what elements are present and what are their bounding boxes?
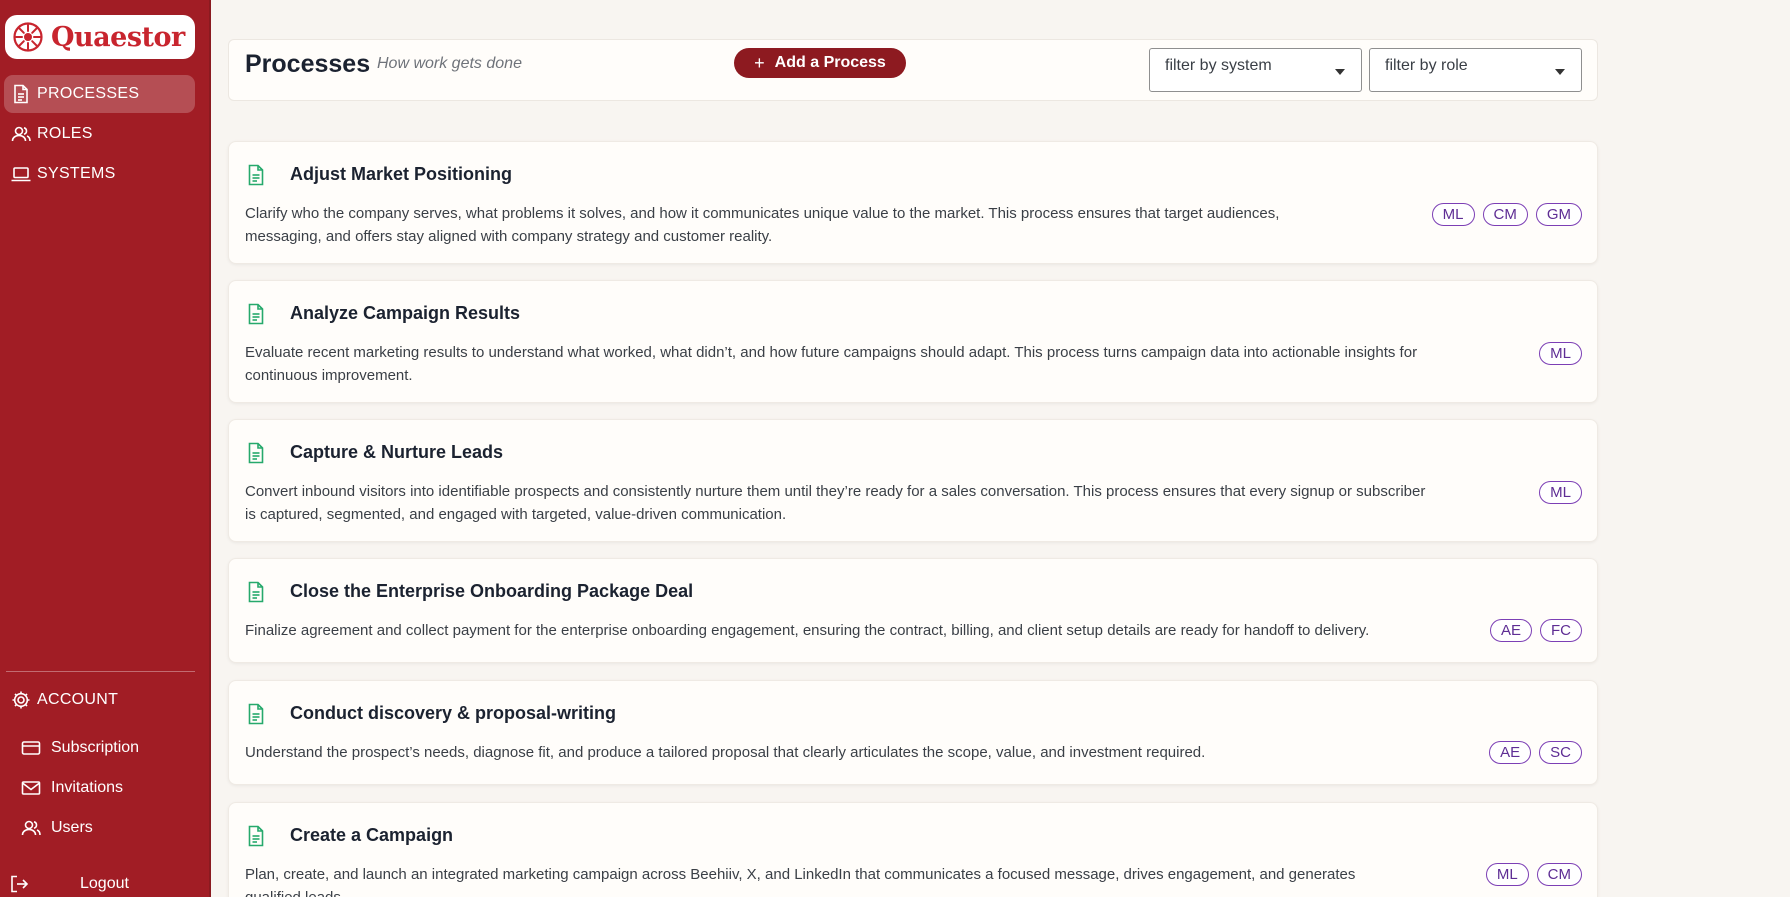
process-title[interactable]: Conduct discovery & proposal-writing — [290, 703, 616, 724]
description-line: Evaluate recent marketing results to und… — [245, 344, 1418, 361]
sidebar-item-account[interactable]: ACCOUNT — [4, 681, 195, 719]
role-tags: ML CM — [1485, 863, 1582, 886]
role-tag[interactable]: ML — [1539, 481, 1582, 504]
sidebar-item-label: PROCESSES — [37, 85, 140, 102]
sidebar-item-label: Subscription — [51, 739, 140, 756]
gear-icon — [10, 689, 32, 711]
users-icon — [20, 817, 42, 839]
process-description: Understand the prospect’s needs, diagnos… — [245, 741, 1205, 764]
filter-by-role-value: filter by role — [1385, 57, 1468, 74]
process-card[interactable]: Analyze Campaign Results Evaluate recent… — [228, 280, 1598, 403]
sidebar-item-processes[interactable]: PROCESSES — [4, 75, 195, 113]
process-title[interactable]: Adjust Market Positioning — [290, 164, 512, 185]
logout-label: Logout — [80, 875, 129, 892]
sidebar-item-label: Users — [51, 819, 93, 836]
plus-icon: + — [754, 52, 765, 73]
document-icon — [248, 164, 264, 186]
role-tag[interactable]: ML — [1485, 863, 1529, 886]
process-card[interactable]: Adjust Market Positioning Clarify who th… — [228, 141, 1598, 264]
role-tag[interactable]: SC — [1539, 741, 1582, 764]
page-title: Processes — [245, 50, 371, 78]
role-tag[interactable]: CM — [1482, 203, 1528, 226]
description-line: qualified leads. — [245, 886, 1355, 897]
sidebar-item-users[interactable]: Users — [20, 813, 93, 843]
role-tag[interactable]: CM — [1536, 863, 1582, 886]
process-description: Finalize agreement and collect payment f… — [245, 619, 1369, 642]
role-tags: AE SC — [1489, 741, 1582, 764]
sidebar-item-systems[interactable]: SYSTEMS — [4, 155, 195, 193]
process-title[interactable]: Close the Enterprise Onboarding Package … — [290, 581, 693, 602]
process-description: Plan, create, and launch an integrated m… — [245, 863, 1355, 897]
logout-button[interactable]: Logout — [8, 870, 188, 897]
sidebar-item-invitations[interactable]: Invitations — [20, 773, 123, 803]
process-title[interactable]: Create a Campaign — [290, 825, 453, 846]
document-icon — [248, 303, 264, 325]
document-icon — [248, 581, 264, 603]
role-tag[interactable]: FC — [1540, 619, 1582, 642]
logo-text: Quaestor — [51, 21, 185, 53]
process-card[interactable]: Capture & Nurture Leads Convert inbound … — [228, 419, 1598, 542]
process-description: Evaluate recent marketing results to und… — [245, 341, 1417, 387]
document-icon — [248, 703, 264, 725]
role-tags: ML — [1539, 342, 1582, 365]
chevron-down-icon — [1555, 69, 1565, 75]
sidebar-item-roles[interactable]: ROLES — [4, 115, 195, 153]
role-tag[interactable]: AE — [1489, 619, 1532, 642]
add-process-button[interactable]: + Add a Process — [734, 48, 906, 78]
process-description: Convert inbound visitors into identifiab… — [245, 480, 1425, 526]
process-card[interactable]: Create a Campaign Plan, create, and laun… — [228, 802, 1598, 897]
description-line: Finalize agreement and collect payment f… — [245, 622, 1370, 639]
role-tag[interactable]: ML — [1539, 342, 1582, 365]
logo[interactable]: Quaestor — [5, 15, 195, 59]
process-card[interactable]: Conduct discovery & proposal-writing Und… — [228, 680, 1598, 785]
description-line: messaging, and offers stay aligned with … — [245, 228, 773, 245]
page-header: Processes How work gets done + Add a Pro… — [228, 39, 1598, 101]
app-root: Quaestor PROCESSES ROLES SYSTEMS ACCOUNT… — [0, 0, 1790, 897]
sidebar-item-label: SYSTEMS — [37, 165, 116, 182]
description-line: is captured, segmented, and engaged with… — [245, 506, 787, 523]
mail-icon — [20, 777, 42, 799]
chevron-down-icon — [1335, 69, 1345, 75]
sidebar: Quaestor PROCESSES ROLES SYSTEMS ACCOUNT… — [0, 0, 211, 897]
users-icon — [10, 123, 32, 145]
role-tag[interactable]: ML — [1431, 203, 1475, 226]
credit-card-icon — [20, 737, 42, 759]
quaestor-logo-icon — [13, 22, 43, 52]
description-line: Convert inbound visitors into identifiab… — [245, 483, 1426, 500]
sidebar-divider — [6, 671, 195, 672]
laptop-icon — [10, 163, 32, 185]
sidebar-item-subscription[interactable]: Subscription — [20, 733, 139, 763]
filter-by-system-value: filter by system — [1165, 57, 1272, 74]
page-subtitle: How work gets done — [377, 55, 522, 72]
logout-icon — [8, 873, 30, 895]
role-tags: ML CM GM — [1431, 203, 1582, 226]
role-tags: ML — [1539, 481, 1582, 504]
description-line: Plan, create, and launch an integrated m… — [245, 866, 1356, 883]
description-line: Clarify who the company serves, what pro… — [245, 205, 1280, 222]
process-card[interactable]: Close the Enterprise Onboarding Package … — [228, 558, 1598, 663]
filter-by-system-select[interactable]: filter by system — [1149, 48, 1362, 92]
role-tag[interactable]: GM — [1535, 203, 1582, 226]
process-description: Clarify who the company serves, what pro… — [245, 202, 1279, 248]
process-title[interactable]: Analyze Campaign Results — [290, 303, 520, 324]
role-tags: AE FC — [1489, 619, 1582, 642]
role-tag[interactable]: AE — [1489, 741, 1532, 764]
process-title[interactable]: Capture & Nurture Leads — [290, 442, 503, 463]
sidebar-item-label: ACCOUNT — [37, 691, 119, 708]
add-process-label: Add a Process — [774, 54, 886, 71]
sidebar-item-label: ROLES — [37, 125, 93, 142]
filter-by-role-select[interactable]: filter by role — [1369, 48, 1582, 92]
description-line: continuous improvement. — [245, 367, 413, 384]
document-icon — [248, 442, 264, 464]
document-icon — [10, 83, 32, 105]
sidebar-item-label: Invitations — [51, 779, 124, 796]
description-line: Understand the prospect’s needs, diagnos… — [245, 744, 1206, 761]
document-icon — [248, 825, 264, 847]
